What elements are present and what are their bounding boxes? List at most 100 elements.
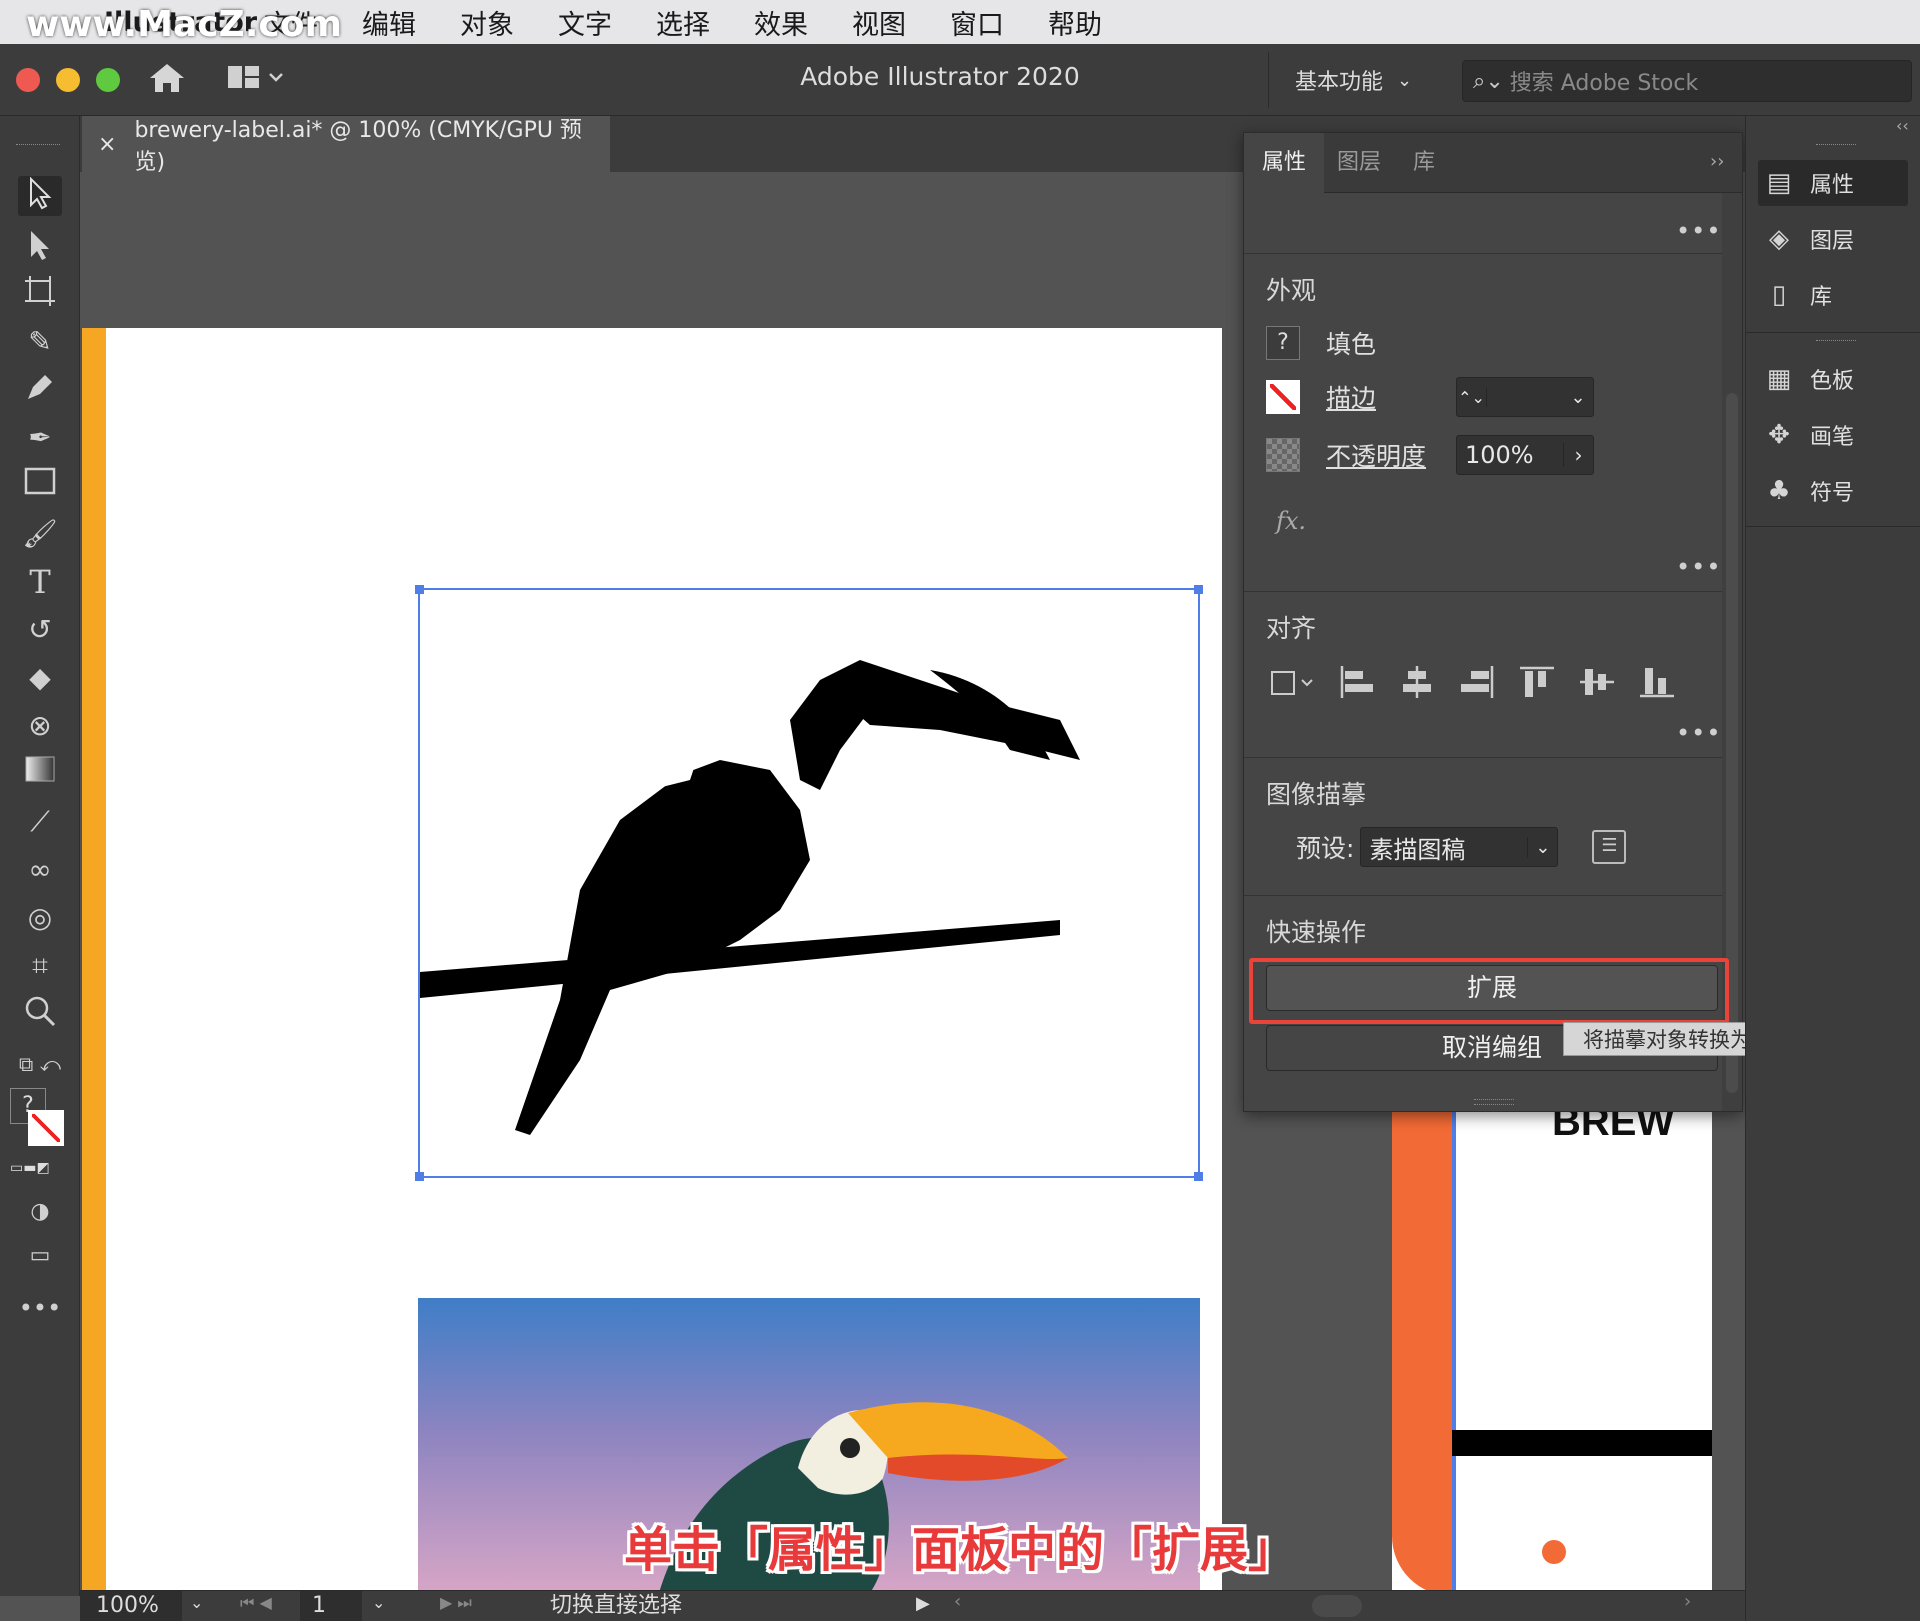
zoom-tool-icon[interactable] (18, 994, 62, 1034)
rectangle-tool-icon[interactable] (18, 466, 62, 506)
horizontal-scroll-thumb[interactable] (1312, 1595, 1362, 1617)
opacity-label[interactable]: 不透明度 (1326, 437, 1456, 473)
stock-search-input[interactable]: ⌕⌄ 搜索 Adobe Stock (1462, 60, 1912, 102)
selection-handle[interactable] (1194, 585, 1203, 594)
align-top-icon[interactable] (1516, 662, 1558, 702)
scroll-left-icon[interactable]: ‹ (954, 1591, 961, 1612)
stroke-row[interactable]: 描边 ⌃⌄ ⌄ (1266, 377, 1594, 417)
traced-image-selection[interactable] (415, 585, 1203, 1181)
selection-handle[interactable] (415, 1172, 424, 1181)
zoom-window-button[interactable] (96, 68, 120, 92)
arrange-documents-icon[interactable] (226, 64, 286, 94)
tab-layers[interactable]: 图层 (1324, 133, 1394, 193)
zoom-field[interactable]: 100% (80, 1591, 182, 1621)
minimize-window-button[interactable] (56, 68, 80, 92)
scroll-right-icon[interactable]: › (1684, 1591, 1691, 1612)
tab-properties[interactable]: 属性 (1244, 133, 1324, 193)
type-tool-icon[interactable]: T (18, 562, 62, 602)
eyedropper-tool-icon[interactable]: ⟋ (18, 802, 62, 842)
close-tab-icon[interactable]: × (98, 132, 116, 157)
more-options-icon[interactable]: ••• (1676, 719, 1721, 747)
toolbar-grip[interactable] (16, 144, 60, 147)
image-trace-panel-icon[interactable]: ☰ (1592, 830, 1627, 864)
dock-layers[interactable]: ◈ 图层 (1758, 216, 1908, 262)
chevron-down-icon[interactable]: ⌄ (190, 1593, 203, 1612)
crop-tool-icon[interactable]: ⌗ (18, 946, 62, 986)
direct-selection-tool-icon[interactable] (18, 228, 62, 268)
screen-mode-icon[interactable]: ▭ (18, 1236, 62, 1276)
opacity-row[interactable]: 不透明度 100% › (1266, 435, 1594, 475)
chevron-down-icon[interactable]: ⌄ (1563, 387, 1593, 408)
menu-edit[interactable]: 编辑 (362, 3, 416, 42)
dock-grip[interactable] (1816, 340, 1856, 344)
fill-row[interactable]: ? 填色 (1266, 325, 1376, 361)
tutorial-caption: 单击「属性」面板中的「扩展」 (623, 1522, 1296, 1578)
shape-builder-tool-icon[interactable]: ◎ (18, 898, 62, 938)
home-icon[interactable] (146, 58, 188, 98)
more-options-icon[interactable]: ••• (1676, 217, 1721, 245)
opacity-field[interactable]: 100% › (1456, 435, 1594, 475)
width-tool-icon[interactable]: ⊗ (18, 706, 62, 746)
edit-toolbar-icon[interactable]: ••• (18, 1288, 62, 1328)
menu-help[interactable]: 帮助 (1048, 3, 1102, 42)
last-artboard-icon[interactable]: ▶ ⏭ (440, 1593, 472, 1613)
swap-colors-icon[interactable]: ⧉ ⤺ (18, 1044, 62, 1084)
artboard-number-field[interactable]: 1 (300, 1591, 362, 1621)
first-artboard-icon[interactable]: ⏮ ◀ (240, 1593, 272, 1613)
dock-swatches[interactable]: ▦ 色板 (1758, 356, 1908, 402)
selection-handle[interactable] (415, 585, 424, 594)
curvature-tool-icon[interactable]: ✒ (18, 418, 62, 458)
chevron-down-icon[interactable]: ⌄ (372, 1593, 385, 1612)
panel-resize-grip[interactable] (1474, 1099, 1514, 1105)
gradient-tool-icon[interactable] (18, 754, 62, 794)
dock-libraries[interactable]: ▯ 库 (1758, 272, 1908, 318)
menu-window[interactable]: 窗口 (950, 3, 1004, 42)
align-right-icon[interactable] (1456, 662, 1498, 702)
selection-tool-icon[interactable] (18, 176, 62, 216)
blend-tool-icon[interactable]: ∞ (18, 850, 62, 890)
dock-properties[interactable]: ▤ 属性 (1758, 160, 1908, 206)
stroke-none-icon[interactable] (1266, 380, 1300, 414)
stroke-none-icon[interactable] (28, 1110, 64, 1146)
stroke-label[interactable]: 描边 (1326, 379, 1456, 415)
align-horizontal-center-icon[interactable] (1396, 662, 1438, 702)
stroke-weight-field[interactable]: ⌃⌄ ⌄ (1456, 377, 1594, 417)
artboard-tool-icon[interactable] (18, 274, 62, 314)
menu-type[interactable]: 文字 (558, 3, 612, 42)
color-mode-icons[interactable]: ▭▬◩ (10, 1160, 66, 1178)
pen-tool-icon[interactable] (18, 370, 62, 410)
dock-symbols[interactable]: ♣ 符号 (1758, 468, 1908, 514)
collapse-dock-icon[interactable]: ‹‹ (1896, 116, 1909, 135)
panel-expand-icon[interactable]: ›› (1710, 151, 1724, 172)
trace-preset-select[interactable]: 素描图稿 ⌄ (1360, 827, 1559, 867)
workspace-switcher[interactable]: 基本功能 ⌄ (1268, 52, 1448, 108)
opacity-value[interactable]: 100% (1465, 441, 1563, 469)
stepper-icon[interactable]: ⌃⌄ (1457, 387, 1487, 407)
align-left-icon[interactable] (1336, 662, 1378, 702)
align-to-icon[interactable] (1266, 662, 1318, 702)
label-artwork[interactable]: BREW (1392, 1100, 1712, 1596)
more-options-icon[interactable]: ••• (1676, 553, 1721, 581)
draw-mode-icon[interactable]: ◑ (18, 1192, 62, 1232)
tab-libraries[interactable]: 库 (1394, 133, 1454, 193)
status-menu-icon[interactable]: ▶ (916, 1593, 930, 1614)
chevron-right-icon[interactable]: › (1563, 443, 1593, 467)
menu-view[interactable]: 视图 (852, 3, 906, 42)
align-vertical-center-icon[interactable] (1576, 662, 1618, 702)
fx-icon[interactable]: fx. (1276, 507, 1306, 535)
fill-unknown-icon[interactable]: ? (1266, 326, 1300, 360)
menu-effect[interactable]: 效果 (754, 3, 808, 42)
dock-grip[interactable] (1816, 144, 1856, 148)
selection-handle[interactable] (1194, 1172, 1203, 1181)
fill-stroke-indicator[interactable]: ? (10, 1088, 66, 1148)
paintbrush-tool-icon[interactable]: 🖌 (18, 514, 62, 554)
menu-object[interactable]: 对象 (460, 3, 514, 42)
puppet-warp-tool-icon[interactable]: ✎ (18, 322, 62, 362)
align-bottom-icon[interactable] (1636, 662, 1678, 702)
eraser-tool-icon[interactable]: ◆ (18, 658, 62, 698)
rotate-tool-icon[interactable]: ↺ (18, 610, 62, 650)
menu-select[interactable]: 选择 (656, 3, 710, 42)
close-window-button[interactable] (16, 68, 40, 92)
document-tab[interactable]: × brewery-label.ai* @ 100% (CMYK/GPU 预览) (82, 116, 610, 175)
dock-brushes[interactable]: ✥ 画笔 (1758, 412, 1908, 458)
